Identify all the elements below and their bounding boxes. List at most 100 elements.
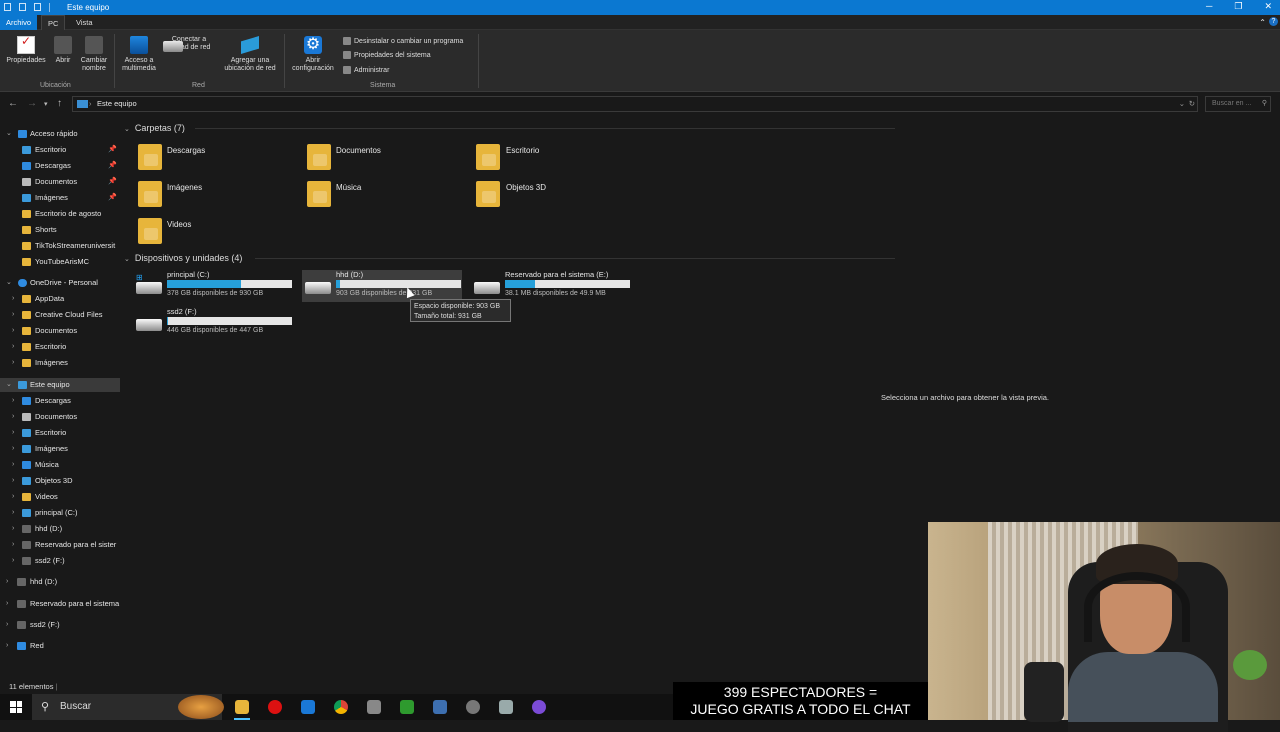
folders-header[interactable]: ⌄ Carpetas (7) [124,123,185,133]
nav-drive-e[interactable]: › Reservado para el sistema [0,597,120,611]
drive-f[interactable]: ssd2 (F:) 446 GB disponibles de 447 GB [133,307,293,339]
up-arrow-icon[interactable]: ↑ [57,98,62,109]
nav-item-escritorio-agosto[interactable]: Escritorio de agosto [0,207,120,221]
close-button[interactable]: ✕ [1264,1,1272,12]
collapse-chevron-icon[interactable]: ⌄ [124,126,130,133]
expand-chevron-icon[interactable]: › [12,410,14,424]
collapse-chevron-icon[interactable]: ⌄ [6,378,12,392]
expand-chevron-icon[interactable]: › [12,458,14,472]
collapse-chevron-icon[interactable]: ⌄ [6,276,12,290]
expand-chevron-icon[interactable]: › [12,538,14,552]
add-network-location-button[interactable]: Agregar una ubicación de red [221,36,279,73]
folder-documentos[interactable]: Documentos [307,144,457,174]
breadcrumb-separator[interactable]: › [89,97,92,111]
nav-item-appdata[interactable]: › AppData [0,292,120,306]
refresh-icon[interactable]: ↻ [1189,97,1195,111]
nav-item-od-escritorio[interactable]: › Escritorio [0,340,120,354]
nav-item-tiktok[interactable]: TikTokStreameruniversit [0,239,120,253]
nav-pc-drive-f[interactable]: › ssd2 (F:) [0,554,120,568]
windows-start-icon[interactable] [10,701,22,713]
drive-e[interactable]: Reservado para el sistema (E:) 38.1 MB d… [471,270,631,302]
expand-chevron-icon[interactable]: › [12,554,14,568]
chat-app-icon[interactable] [532,700,546,714]
nav-pc-imagenes[interactable]: › Imágenes [0,442,120,456]
expand-chevron-icon[interactable]: › [6,597,8,611]
back-arrow-icon[interactable]: ← [8,98,18,109]
settings-gear-icon[interactable] [466,700,480,714]
properties-button[interactable]: Propiedades [5,36,47,65]
folder-videos[interactable]: Videos [138,218,288,248]
nav-pc-drive-e[interactable]: › Reservado para el sister [0,538,120,552]
folder-imagenes[interactable]: Imágenes [138,181,288,211]
folder-descargas[interactable]: Descargas [138,144,288,174]
system-properties-button[interactable]: Propiedades del sistema [343,51,431,59]
drive-d[interactable]: hhd (D:) 903 GB disponibles de 931 GB [302,270,462,302]
nav-this-pc[interactable]: ⌄ Este equipo [0,378,120,392]
expand-chevron-icon[interactable]: › [12,490,14,504]
tab-archivo[interactable]: Archivo [0,15,38,30]
expand-chevron-icon[interactable]: › [12,426,14,440]
media-access-button[interactable]: Acceso a multimedia [118,36,160,73]
taskbar-search[interactable]: ⚲ Buscar [32,694,224,720]
nav-item-youtube[interactable]: YouTubeArisMC [0,255,120,269]
nav-pc-drive-d[interactable]: › hhd (D:) [0,522,120,536]
nav-item-imagenes[interactable]: Imágenes 📌 [0,191,120,205]
tab-pc[interactable]: PC [41,15,66,30]
file-explorer-icon[interactable] [234,700,250,720]
expand-chevron-icon[interactable]: › [12,356,14,370]
search-box[interactable]: Buscar en ... ⚲ [1205,96,1271,112]
collapse-chevron-icon[interactable]: ⌄ [124,256,130,263]
restore-button[interactable]: ❐ [1234,1,1242,12]
expand-chevron-icon[interactable]: › [12,340,14,354]
address-dropdown-icon[interactable]: ⌄ [1179,97,1185,111]
nav-onedrive[interactable]: ⌄ OneDrive - Personal [0,276,120,290]
expand-chevron-icon[interactable]: › [6,575,8,589]
nav-pc-musica[interactable]: › Música [0,458,120,472]
uninstall-program-button[interactable]: Desinstalar o cambiar un programa [343,37,463,45]
address-field[interactable]: › Este equipo ⌄ ↻ [72,96,1198,112]
nav-item-documentos[interactable]: Documentos 📌 [0,175,120,189]
forward-arrow-icon[interactable]: → [27,98,37,109]
help-icon[interactable]: ? [1269,17,1278,26]
quick-properties-icon[interactable] [19,3,26,11]
game-launcher-icon[interactable] [433,700,447,714]
nav-pc-drive-c[interactable]: › principal (C:) [0,506,120,520]
expand-chevron-icon[interactable]: › [12,324,14,338]
opera-icon[interactable] [268,700,282,714]
vscode-icon[interactable] [301,700,315,714]
nav-pc-escritorio[interactable]: › Escritorio [0,426,120,440]
breadcrumb-este-equipo[interactable]: Este equipo [97,99,137,108]
nav-item-shorts[interactable]: Shorts [0,223,120,237]
new-folder-icon[interactable] [34,3,41,11]
drive-c[interactable]: ⊞ principal (C:) 378 GB disponibles de 9… [133,270,293,302]
map-network-drive-button[interactable]: Conectar a unidad de red [163,36,215,52]
xbox-icon[interactable] [400,700,414,714]
drives-header[interactable]: ⌄ Dispositivos y unidades (4) [124,253,242,263]
nav-item-od-imagenes[interactable]: › Imágenes [0,356,120,370]
nav-drive-d[interactable]: › hhd (D:) [0,575,120,589]
rename-button[interactable]: Cambiar nombre [78,36,110,73]
folder-escritorio[interactable]: Escritorio [476,144,626,174]
folder-musica[interactable]: Música [307,181,457,211]
nav-quick-access[interactable]: ⌄ Acceso rápido [0,127,120,141]
open-settings-button[interactable]: ⚙ Abrir configuración [288,36,338,73]
expand-chevron-icon[interactable]: › [12,308,14,322]
expand-chevron-icon[interactable]: › [12,394,14,408]
nav-pc-descargas[interactable]: › Descargas [0,394,120,408]
folder-objetos-3d[interactable]: Objetos 3D [476,181,626,211]
calculator-icon[interactable] [367,700,381,714]
manage-button[interactable]: Administrar [343,66,389,74]
app-window-icon[interactable] [499,700,513,714]
tab-vista[interactable]: Vista [70,15,99,30]
expand-chevron-icon[interactable]: › [12,506,14,520]
nav-item-od-documentos[interactable]: › Documentos [0,324,120,338]
nav-network[interactable]: › Red [0,639,120,653]
collapse-chevron-icon[interactable]: ⌄ [6,127,12,141]
nav-pc-documentos[interactable]: › Documentos [0,410,120,424]
open-button[interactable]: Abrir [52,36,74,65]
minimize-button[interactable]: ─ [1206,1,1212,12]
expand-chevron-icon[interactable]: › [12,292,14,306]
nav-item-descargas[interactable]: Descargas 📌 [0,159,120,173]
chrome-icon[interactable] [334,700,348,714]
expand-chevron-icon[interactable]: › [12,522,14,536]
